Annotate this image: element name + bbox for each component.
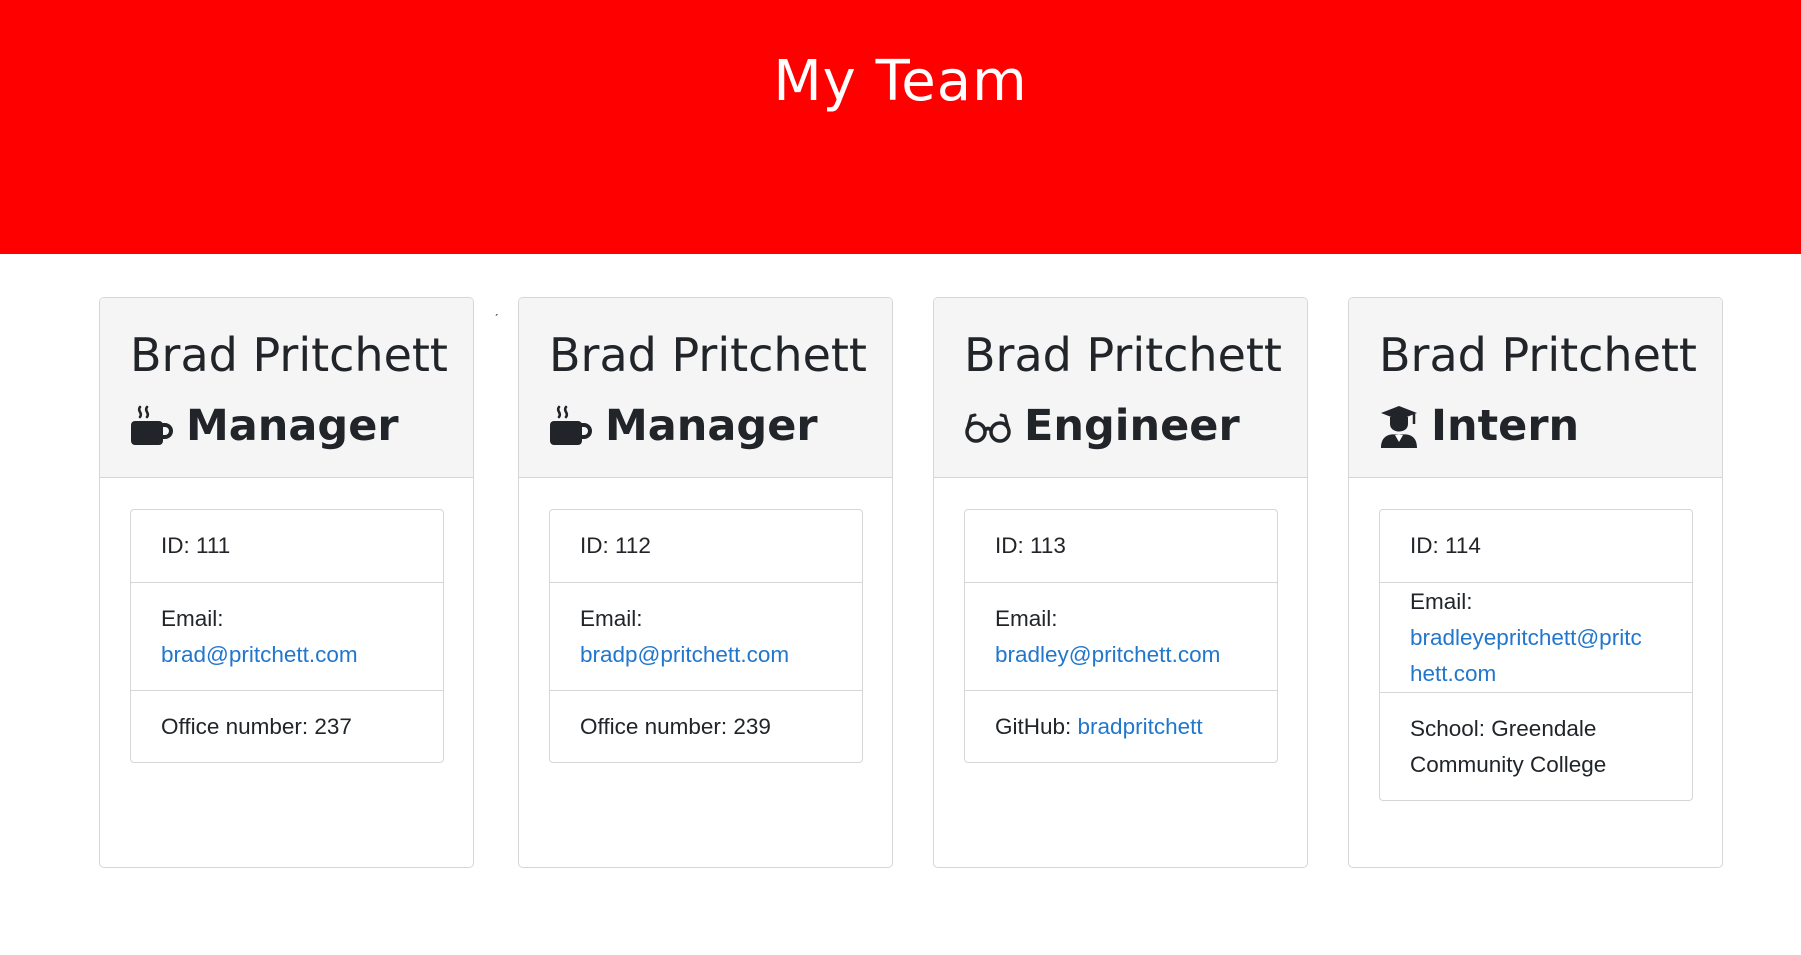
employee-details-list: ID: 111 Email: brad@pritchett.com Office… [130, 509, 444, 763]
employee-details-list: ID: 112 Email: bradp@pritchett.com Offic… [549, 509, 863, 763]
stray-mark: ˏ [494, 300, 499, 316]
employee-role: Intern [1379, 390, 1722, 462]
office-number: Office number: 237 [131, 690, 443, 762]
email-label: Email: [1410, 588, 1473, 614]
school: School: Greendale Community College [1380, 692, 1692, 800]
employee-card-engineer: Brad Pritchett Engineer ID: 113 Email: b… [933, 297, 1308, 868]
employee-email: Email: bradley@pritchett.com [965, 582, 1277, 690]
role-label: Manager [186, 400, 399, 451]
office-number-text: Office number: 239 [580, 713, 771, 739]
email-link[interactable]: bradley@pritchett.com [995, 637, 1247, 673]
employee-name: Brad Pritchett [1379, 328, 1697, 382]
page-header: My Team [0, 0, 1801, 254]
email-label: Email: [580, 605, 643, 631]
employee-details-list: ID: 113 Email: bradley@pritchett.com Git… [964, 509, 1278, 763]
employee-role: Manager [549, 390, 892, 462]
email-line-2: hett.com [1410, 660, 1497, 686]
github-row: GitHub: bradpritchett [995, 709, 1247, 745]
role-label: Manager [605, 400, 818, 451]
employee-id: ID: 111 [131, 510, 443, 582]
card-header: Brad Pritchett Manager [519, 298, 892, 478]
card-header: Brad Pritchett Engineer [934, 298, 1307, 478]
id-text: ID: 113 [995, 533, 1066, 558]
employee-id: ID: 113 [965, 510, 1277, 582]
employee-card-intern: Brad Pritchett Intern ID: 114 Email: bra… [1348, 297, 1723, 868]
email-link[interactable]: bradp@pritchett.com [580, 637, 832, 673]
glasses-icon [965, 413, 1011, 443]
id-text: ID: 111 [161, 533, 231, 558]
coffee-mug-icon [131, 405, 173, 445]
employee-name: Brad Pritchett [964, 328, 1282, 382]
email-link[interactable]: brad@pritchett.com [161, 637, 413, 673]
role-label: Intern [1431, 400, 1580, 451]
employee-role: Engineer [964, 390, 1307, 462]
email-label: Email: [161, 605, 224, 631]
id-text: ID: 112 [580, 533, 651, 558]
github: GitHub: bradpritchett [965, 690, 1277, 762]
employee-id: ID: 114 [1380, 510, 1692, 582]
employee-email: Email: bradp@pritchett.com [550, 582, 862, 690]
school-line-2: Community College [1410, 751, 1607, 777]
github-label: GitHub: [995, 713, 1078, 739]
school-line-1: School: Greendale [1410, 715, 1597, 741]
employee-card-manager-2: Brad Pritchett Manager ID: 112 Email: br… [518, 297, 893, 868]
employee-details-list: ID: 114 Email: bradleyepritchett@pritc he… [1379, 509, 1693, 801]
employee-name: Brad Pritchett [130, 328, 448, 382]
employee-role: Manager [130, 390, 473, 462]
page-title: My Team [773, 48, 1028, 114]
coffee-mug-icon [550, 405, 592, 445]
id-text: ID: 114 [1410, 533, 1481, 558]
office-number: Office number: 239 [550, 690, 862, 762]
card-header: Brad Pritchett Manager [100, 298, 473, 478]
email-label: Email: [995, 605, 1058, 631]
employee-email: Email: bradleyepritchett@pritc hett.com [1380, 582, 1692, 692]
graduate-icon [1381, 406, 1417, 448]
email-line-1: bradleyepritchett@pritc [1410, 624, 1642, 650]
role-label: Engineer [1024, 400, 1240, 451]
card-header: Brad Pritchett Intern [1349, 298, 1722, 478]
employee-name: Brad Pritchett [549, 328, 867, 382]
office-number-text: Office number: 237 [161, 713, 352, 739]
email-link[interactable]: bradleyepritchett@pritc hett.com [1410, 620, 1662, 692]
employee-email: Email: brad@pritchett.com [131, 582, 443, 690]
employee-id: ID: 112 [550, 510, 862, 582]
employee-card-manager: Brad Pritchett Manager ID: 111 Email: br… [99, 297, 474, 868]
github-link[interactable]: bradpritchett [1078, 714, 1203, 739]
